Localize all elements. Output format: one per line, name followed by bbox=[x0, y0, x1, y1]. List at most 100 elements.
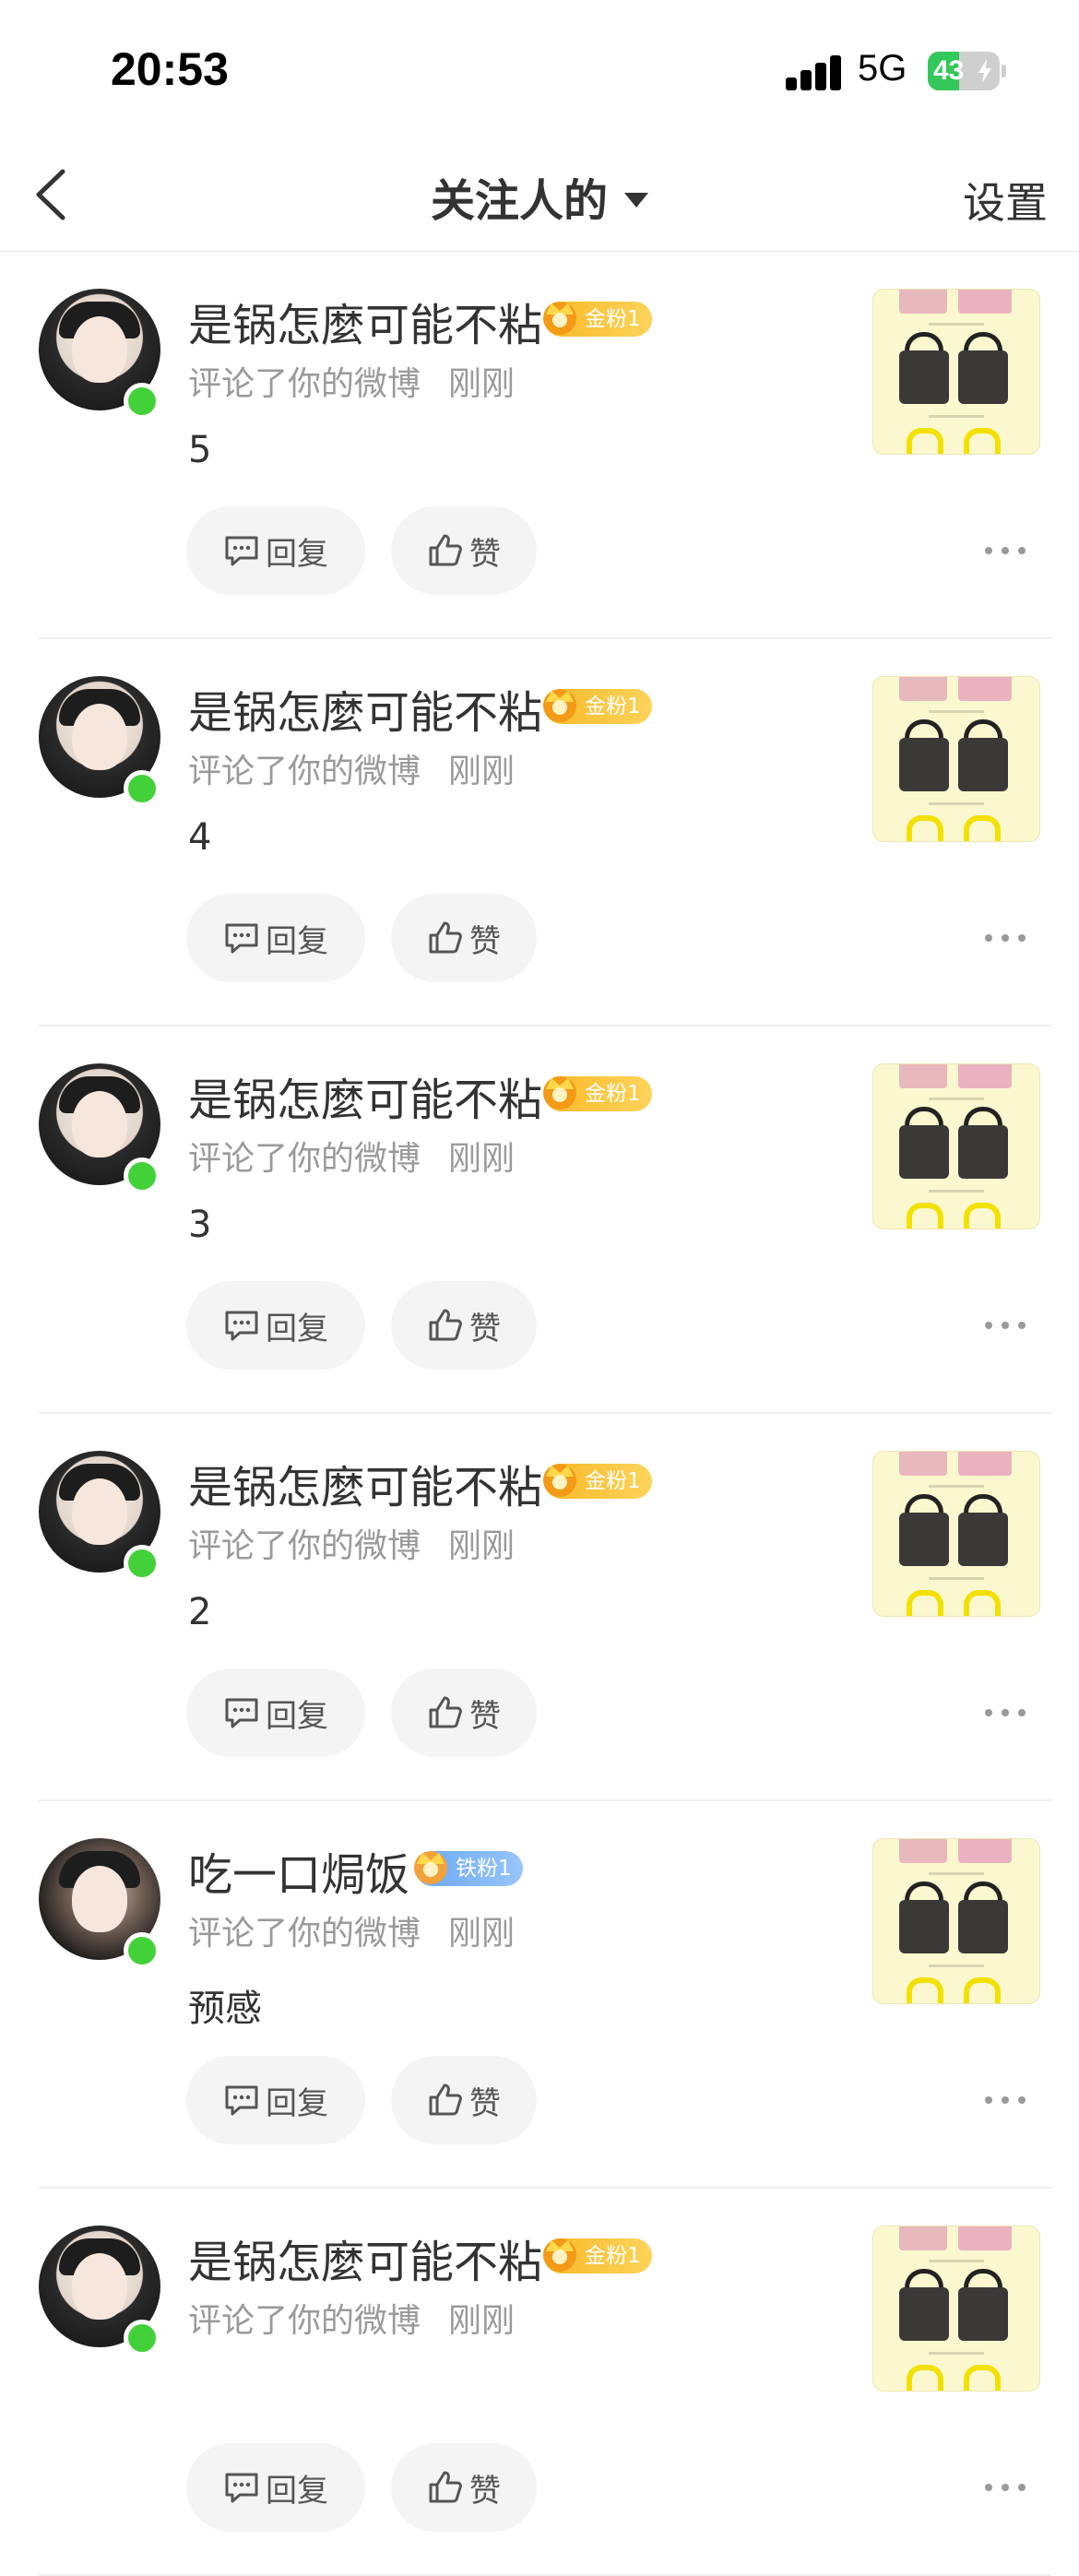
notification-item[interactable]: 是锅怎麼可能不粘 金粉1 评论了你的微博 刚刚 2 回复 赞 bbox=[0, 1414, 1079, 1801]
avatar-face bbox=[72, 1091, 127, 1157]
like-label: 赞 bbox=[469, 1697, 501, 1735]
more-options-button[interactable] bbox=[985, 1702, 1026, 1724]
user-name[interactable]: 是锅怎麼可能不粘 bbox=[188, 289, 542, 353]
more-options-button[interactable] bbox=[985, 927, 1026, 949]
like-label: 赞 bbox=[469, 535, 501, 573]
timestamp: 刚刚 bbox=[448, 753, 516, 790]
fan-badge[interactable]: 金粉1 bbox=[543, 1076, 652, 1111]
like-button[interactable]: 赞 bbox=[391, 506, 537, 595]
thumbs-up-icon bbox=[429, 2083, 462, 2116]
notification-meta: 评论了你的微博 刚刚 bbox=[188, 1906, 515, 1954]
notification-item[interactable]: 是锅怎麼可能不粘 金粉1 评论了你的微博 刚刚 回复 赞 bbox=[0, 2189, 1079, 2576]
notification-item[interactable]: 吃一口焗饭 铁粉1 评论了你的微博 刚刚 预感 回复 赞 bbox=[0, 1801, 1079, 2189]
fan-badge[interactable]: 金粉1 bbox=[543, 2238, 652, 2273]
notification-meta: 评论了你的微博 刚刚 bbox=[188, 1519, 515, 1567]
more-options-button[interactable] bbox=[985, 540, 1026, 562]
comment-icon bbox=[225, 2085, 258, 2116]
thumbs-up-icon bbox=[429, 921, 462, 954]
notification-item[interactable]: 是锅怎麼可能不粘 金粉1 评论了你的微博 刚刚 4 回复 赞 bbox=[0, 639, 1079, 1027]
weibo-thumbnail[interactable] bbox=[872, 2226, 1040, 2392]
like-label: 赞 bbox=[469, 1310, 501, 1347]
notification-item[interactable]: 是锅怎麼可能不粘 金粉1 评论了你的微博 刚刚 5 回复 赞 bbox=[0, 252, 1079, 639]
reply-button[interactable]: 回复 bbox=[186, 506, 365, 595]
reply-button[interactable]: 回复 bbox=[186, 2056, 365, 2144]
avatar-face bbox=[72, 1478, 127, 1545]
comment-text: 5 bbox=[188, 429, 212, 471]
action-text: 评论了你的微博 bbox=[188, 1915, 421, 1953]
notification-meta: 评论了你的微博 刚刚 bbox=[188, 1132, 515, 1180]
user-name[interactable]: 是锅怎麼可能不粘 bbox=[188, 2226, 542, 2290]
reply-label: 回复 bbox=[266, 1310, 328, 1347]
fan-badge[interactable]: 金粉1 bbox=[543, 689, 652, 724]
like-button[interactable]: 赞 bbox=[391, 2056, 537, 2144]
notification-item[interactable]: 是锅怎麼可能不粘 金粉1 评论了你的微博 刚刚 3 回复 赞 bbox=[0, 1027, 1079, 1414]
filter-dropdown[interactable]: 关注人的 bbox=[0, 164, 1079, 229]
more-options-button[interactable] bbox=[985, 2476, 1026, 2499]
comment-icon bbox=[225, 1311, 258, 1341]
notification-meta: 评论了你的微博 刚刚 bbox=[188, 744, 515, 792]
caret-down-icon bbox=[624, 193, 648, 208]
avatar-face bbox=[72, 2253, 127, 2320]
crown-icon bbox=[543, 2238, 576, 2272]
reply-label: 回复 bbox=[266, 535, 328, 573]
action-text: 评论了你的微博 bbox=[188, 2302, 421, 2340]
user-name[interactable]: 是锅怎麼可能不粘 bbox=[188, 1451, 542, 1515]
reply-button[interactable]: 回复 bbox=[186, 1668, 365, 1757]
reply-button[interactable]: 回复 bbox=[186, 1281, 365, 1370]
online-status-dot bbox=[124, 383, 160, 420]
more-options-button[interactable] bbox=[985, 2089, 1026, 2111]
like-button[interactable]: 赞 bbox=[391, 1668, 537, 1757]
comment-icon bbox=[225, 1698, 258, 1728]
charging-bolt-icon bbox=[978, 59, 991, 83]
battery-icon: 43 bbox=[928, 52, 1000, 90]
comment-text: 4 bbox=[188, 816, 212, 859]
fan-badge[interactable]: 金粉1 bbox=[543, 1464, 652, 1499]
reply-button[interactable]: 回复 bbox=[186, 2443, 365, 2532]
online-status-dot bbox=[124, 1932, 160, 1969]
signal-icon bbox=[786, 53, 843, 90]
like-label: 赞 bbox=[469, 2472, 501, 2510]
weibo-thumbnail[interactable] bbox=[872, 1063, 1040, 1229]
weibo-thumbnail[interactable] bbox=[872, 676, 1040, 842]
comment-text: 2 bbox=[188, 1591, 212, 1633]
weibo-thumbnail[interactable] bbox=[872, 1838, 1040, 2004]
online-status-dot bbox=[124, 1545, 160, 1582]
avatar-face bbox=[72, 1866, 127, 1932]
user-name[interactable]: 是锅怎麼可能不粘 bbox=[188, 676, 542, 741]
user-name[interactable]: 是锅怎麼可能不粘 bbox=[188, 1063, 542, 1128]
timestamp: 刚刚 bbox=[448, 365, 516, 403]
notification-meta: 评论了你的微博 刚刚 bbox=[188, 2294, 515, 2342]
thumbs-up-icon bbox=[429, 1309, 462, 1341]
comment-text: 3 bbox=[188, 1204, 212, 1246]
fan-badge[interactable]: 金粉1 bbox=[543, 302, 652, 337]
badge-label: 金粉1 bbox=[585, 1469, 641, 1493]
reply-label: 回复 bbox=[266, 2472, 328, 2510]
more-options-button[interactable] bbox=[985, 1314, 1026, 1336]
fan-badge[interactable]: 铁粉1 bbox=[414, 1851, 523, 1886]
like-button[interactable]: 赞 bbox=[391, 894, 537, 982]
badge-label: 金粉1 bbox=[585, 694, 641, 718]
badge-label: 金粉1 bbox=[585, 307, 641, 331]
online-status-dot bbox=[124, 2320, 160, 2356]
status-bar: 20:53 5G 43 bbox=[0, 0, 1079, 138]
user-name[interactable]: 吃一口焗饭 bbox=[188, 1838, 409, 1903]
avatar-face bbox=[72, 704, 127, 770]
battery-level: 43 bbox=[933, 55, 965, 86]
thumbs-up-icon bbox=[429, 534, 462, 566]
network-type: 5G bbox=[858, 48, 907, 89]
reply-label: 回复 bbox=[266, 1697, 328, 1735]
like-button[interactable]: 赞 bbox=[391, 1281, 537, 1370]
settings-button[interactable]: 设置 bbox=[963, 170, 1048, 231]
thumbs-up-icon bbox=[429, 1696, 462, 1728]
weibo-thumbnail[interactable] bbox=[872, 1451, 1040, 1617]
comment-icon bbox=[225, 536, 258, 566]
like-label: 赞 bbox=[469, 2084, 501, 2122]
crown-icon bbox=[543, 689, 576, 722]
timestamp: 刚刚 bbox=[448, 1915, 516, 1953]
like-button[interactable]: 赞 bbox=[391, 2443, 537, 2532]
reply-label: 回复 bbox=[266, 922, 328, 960]
comment-icon bbox=[225, 923, 258, 954]
nav-bar: 关注人的 设置 bbox=[0, 138, 1079, 252]
weibo-thumbnail[interactable] bbox=[872, 289, 1040, 455]
reply-button[interactable]: 回复 bbox=[186, 894, 365, 982]
